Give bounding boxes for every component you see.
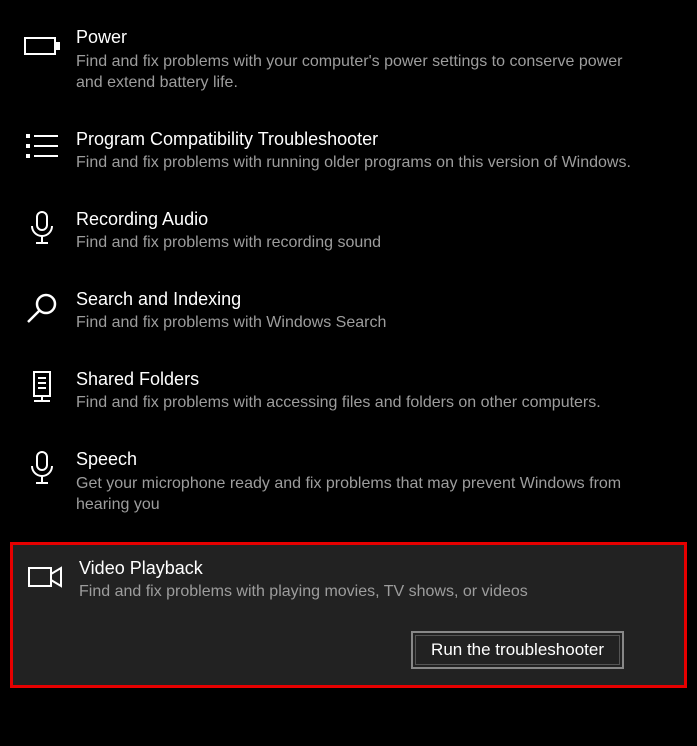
microphone-icon xyxy=(24,450,60,491)
troubleshooter-title: Power xyxy=(76,26,633,49)
run-troubleshooter-button[interactable]: Run the troubleshooter xyxy=(411,631,624,669)
troubleshooter-item-video-playback[interactable]: Video PlaybackFind and fix problems with… xyxy=(10,542,687,688)
troubleshooter-title: Search and Indexing xyxy=(76,288,633,311)
troubleshooter-item-power[interactable]: PowerFind and fix problems with your com… xyxy=(0,18,697,106)
troubleshooter-description: Get your microphone ready and fix proble… xyxy=(76,473,633,516)
troubleshooter-description: Find and fix problems with Windows Searc… xyxy=(76,312,633,334)
search-icon xyxy=(24,290,60,331)
troubleshooter-description: Find and fix problems with playing movie… xyxy=(79,581,630,603)
list-icon xyxy=(24,130,60,171)
troubleshooter-title: Program Compatibility Troubleshooter xyxy=(76,128,633,151)
troubleshooter-description: Find and fix problems with accessing fil… xyxy=(76,392,633,414)
troubleshooter-description: Find and fix problems with recording sou… xyxy=(76,232,633,254)
battery-icon xyxy=(24,28,60,69)
troubleshooter-item-program-compat[interactable]: Program Compatibility TroubleshooterFind… xyxy=(0,120,697,186)
troubleshooter-title: Recording Audio xyxy=(76,208,633,231)
troubleshooter-title: Video Playback xyxy=(79,557,630,580)
troubleshooter-item-shared-folders[interactable]: Shared FoldersFind and fix problems with… xyxy=(0,360,697,426)
server-icon xyxy=(24,370,60,411)
troubleshooter-list: PowerFind and fix problems with your com… xyxy=(0,18,697,688)
troubleshooter-description: Find and fix problems with running older… xyxy=(76,152,633,174)
video-icon xyxy=(27,559,63,600)
troubleshooter-item-speech[interactable]: SpeechGet your microphone ready and fix … xyxy=(0,440,697,528)
troubleshooter-item-search-indexing[interactable]: Search and IndexingFind and fix problems… xyxy=(0,280,697,346)
troubleshooter-title: Shared Folders xyxy=(76,368,633,391)
troubleshooter-title: Speech xyxy=(76,448,633,471)
microphone-icon xyxy=(24,210,60,251)
troubleshooter-description: Find and fix problems with your computer… xyxy=(76,51,633,94)
troubleshooter-item-recording-audio[interactable]: Recording AudioFind and fix problems wit… xyxy=(0,200,697,266)
